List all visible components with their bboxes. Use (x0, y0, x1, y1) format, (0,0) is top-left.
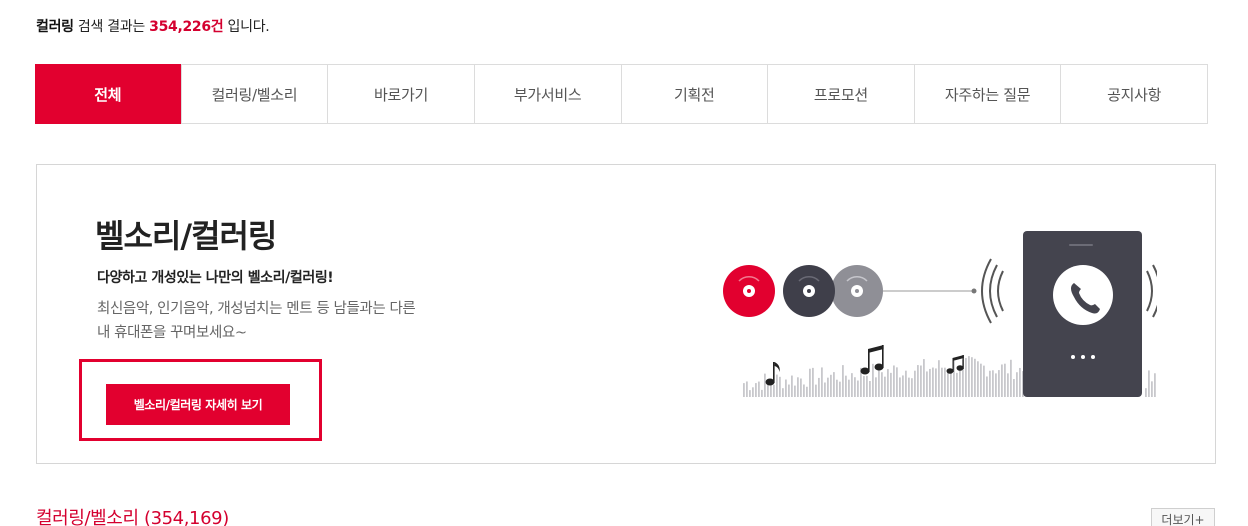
banner-subtitle: 다양하고 개성있는 나만의 벨소리/컬러링! (97, 270, 334, 286)
section-title: 컬러링/벨소리 (354,169) (36, 504, 229, 526)
tab-promotion[interactable]: 프로모션 (767, 65, 914, 123)
tab-coloring-ringtone[interactable]: 컬러링/벨소리 (180, 65, 328, 123)
banner-title: 벨소리/컬러링 (95, 217, 277, 255)
banner-desc-line1: 최신음악, 인기음악, 개성넘치는 멘트 등 남들과는 다른 (97, 301, 416, 317)
tab-additional-services[interactable]: 부가서비스 (473, 65, 621, 123)
banner-desc-line2: 내 휴대폰을 꾸며보세요~ (97, 325, 247, 341)
music-note-icon (946, 355, 964, 374)
summary-text-before: 검색 결과는 (77, 19, 145, 35)
ringtone-illustration (697, 225, 1180, 463)
vinyl-disc-icon (831, 265, 883, 317)
result-count: 354,226건 (149, 19, 224, 35)
section-title-label: 컬러링/벨소리 (36, 508, 139, 526)
summary-text-after: 입니다. (227, 19, 270, 35)
search-query: 컬러링 (36, 19, 74, 35)
vinyl-disc-icon (723, 265, 775, 317)
banner-description: 최신음악, 인기음악, 개성넘치는 멘트 등 남들과는 다른 내 휴대폰을 꾸며… (97, 297, 497, 345)
phone-icon (1023, 231, 1142, 397)
section-count: (354,169) (143, 508, 229, 526)
tab-special-exhibition[interactable]: 기획전 (620, 65, 768, 123)
vinyl-disc-icon (783, 265, 835, 317)
category-tabs: 전체 컬러링/벨소리 바로가기 부가서비스 기획전 프로모션 자주하는 질문 공… (35, 64, 1208, 124)
tab-shortcuts[interactable]: 바로가기 (327, 65, 474, 123)
tab-notice[interactable]: 공지사항 (1060, 65, 1207, 123)
search-summary: 컬러링 검색 결과는 354,226건 입니다. (36, 16, 270, 36)
tab-all[interactable]: 전체 (35, 64, 181, 124)
view-ringtone-details-button[interactable]: 벨소리/컬러링 자세히 보기 (106, 384, 290, 425)
more-button[interactable]: 더보기+ (1151, 508, 1215, 526)
tab-faq[interactable]: 자주하는 질문 (913, 65, 1061, 123)
ringtone-banner: 벨소리/컬러링 다양하고 개성있는 나만의 벨소리/컬러링! 최신음악, 인기음… (36, 164, 1216, 464)
